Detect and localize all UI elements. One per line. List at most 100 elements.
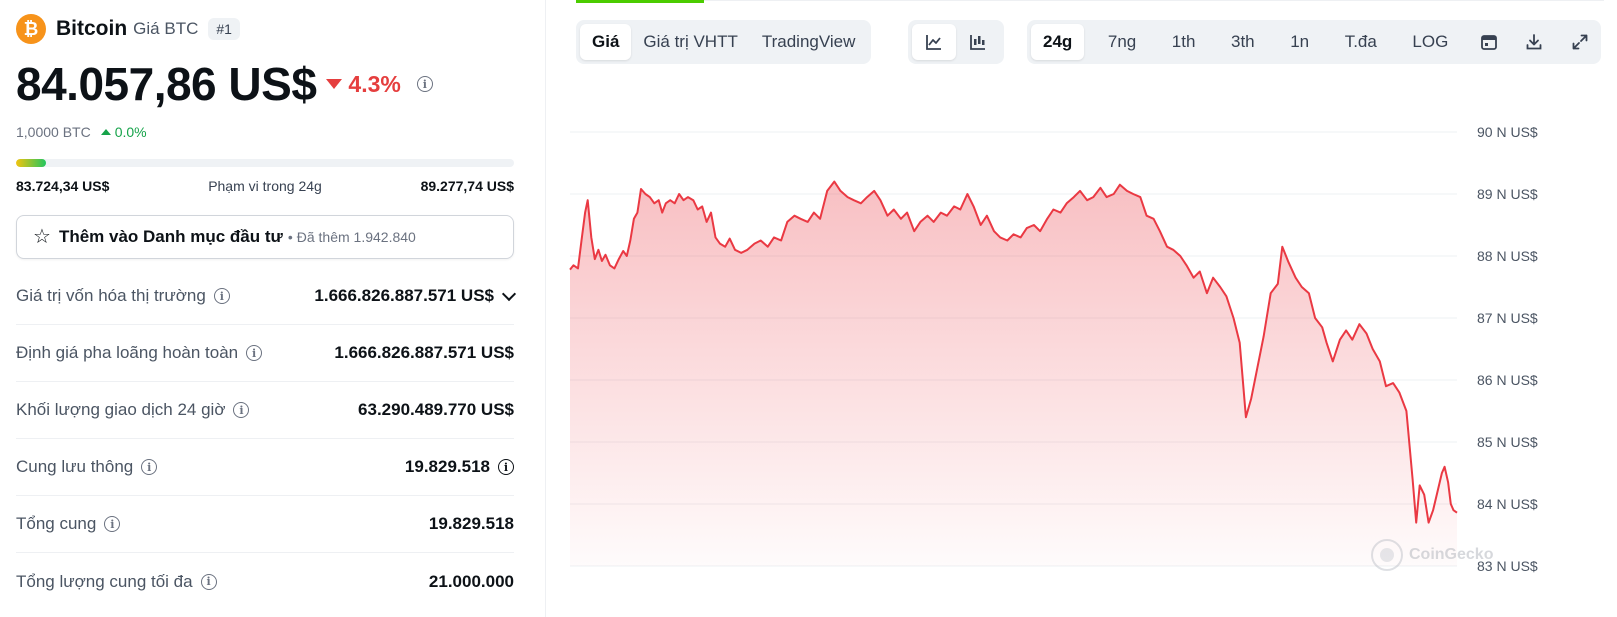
stat-label-text: Cung lưu thông [16,457,134,476]
info-icon[interactable]: i [233,402,250,418]
stat-label-text: Khối lượng giao dịch 24 giờ [16,400,226,419]
chart-data-tabs: Giá Giá trị VHTT TradingView [576,20,872,64]
candlestick-chart-icon [970,35,985,50]
info-icon[interactable]: i [213,288,230,304]
line-chart-icon [926,35,941,50]
stat-row-max-supply: Tổng lượng cung tối đa i 21.000.000 [16,553,514,610]
range-low: 83.724,34 US$ [16,178,110,194]
price-row: 84.057,86 US$ 4.3% i [16,56,433,112]
range-24h[interactable]: 24g [1031,24,1085,60]
price-change-24h: 4.3% [348,70,401,97]
coin-info-panel: ₿ Bitcoin Giá BTC #1 84.057,86 US$ 4.3% … [16,0,517,617]
calendar-button[interactable] [1472,24,1506,60]
supply-info-icon[interactable]: i [498,459,514,475]
price-chart[interactable]: 90 N US$ 89 N US$ 88 N US$ 87 N US$ 86 N US$… [569,118,1617,598]
y-tick-label: 87 N US$ [1477,310,1538,326]
rank-badge: #1 [208,18,240,40]
stat-label-text: Tổng cung [16,514,97,533]
btc-price: 1,0000 BTC [16,124,91,140]
download-button[interactable] [1517,24,1551,60]
stat-value-circulating-supply: 19.829.518 i [405,457,514,477]
y-tick-label: 86 N US$ [1477,372,1538,388]
stat-label-text: Định giá pha loãng hoàn toàn [16,343,239,362]
stat-label-max-supply: Tổng lượng cung tối đa i [16,572,217,592]
chevron-down-icon[interactable] [501,286,517,301]
range-7d[interactable]: 7ng [1096,24,1148,60]
time-range-tabs: 24g 7ng 1th 3th 1n T.đa LOG [1027,20,1601,64]
info-icon[interactable]: i [104,516,121,532]
calendar-icon [1480,35,1497,50]
y-tick-label: 90 N US$ [1477,124,1538,140]
download-icon [1527,34,1542,50]
coingecko-watermark: CoinGecko [1371,539,1493,571]
range-max[interactable]: T.đa [1333,24,1389,60]
stat-value-text: 19.829.518 [404,457,490,476]
btc-price-row: 1,0000 BTC 0.0% [16,124,147,140]
stat-value-total-supply: 19.829.518 [429,514,514,534]
tab-market-cap[interactable]: Giá trị VHTT [631,24,749,60]
stat-label-total-supply: Tổng cung i [16,514,121,534]
stat-row-volume: Khối lượng giao dịch 24 giờ i 63.290.489.… [16,382,514,439]
add-to-portfolio-label: Thêm vào Danh mục đầu tư [58,227,283,246]
y-tick-label: 89 N US$ [1477,186,1538,202]
stat-row-total-supply: Tổng cung i 19.829.518 [16,496,514,553]
y-tick-label: 85 N US$ [1477,434,1538,450]
price-chart-svg[interactable]: 90 N US$ 89 N US$ 88 N US$ 87 N US$ 86 N US$… [569,118,1617,598]
info-icon[interactable]: i [200,573,217,590]
line-chart-button[interactable] [912,24,956,60]
stat-value-max-supply: 21.000.000 [429,572,514,592]
current-price: 84.057,86 US$ [16,58,317,110]
stat-row-market-cap[interactable]: Giá trị vốn hóa thị trường i 1.666.826.88… [16,268,517,325]
stat-row-circulating-supply: Cung lưu thông i 19.829.518 i [16,439,514,496]
range-3m[interactable]: 3th [1219,24,1267,60]
top-divider [704,0,1604,1]
stat-value-volume: 63.290.489.770 US$ [358,400,514,420]
fullscreen-button[interactable] [1563,24,1597,60]
stat-value-text: 19.829.518 [428,514,514,533]
chart-type-tabs [908,20,1004,64]
info-icon[interactable]: i [246,345,263,361]
price-area-fill [570,181,1457,566]
stat-label-market-cap: Giá trị vốn hóa thị trường i [16,286,230,306]
btc-up-arrow-icon [100,129,111,135]
range-high: 89.277,74 US$ [420,178,514,194]
stat-label-fdv: Định giá pha loãng hoàn toàn i [16,343,263,363]
info-icon[interactable]: i [141,459,158,475]
tab-tradingview[interactable]: TradingView [750,24,868,60]
star-icon: ☆ [33,226,51,248]
coin-name: Bitcoin [56,17,128,40]
tab-price[interactable]: Giá [580,24,632,60]
range-label: Phạm vi trong 24g [208,178,322,194]
watermark-text: CoinGecko [1409,546,1494,563]
fullscreen-icon [1572,34,1588,50]
panel-divider [545,0,546,617]
stat-value-text: 63.290.489.770 US$ [358,400,514,419]
y-tick-label: 88 N US$ [1477,248,1538,264]
stat-value-text: 21.000.000 [428,571,514,591]
stat-row-fdv: Định giá pha loãng hoàn toàn i 1.666.826.… [16,325,514,382]
range-log[interactable]: LOG [1400,24,1460,60]
btc-change: 0.0% [114,124,147,140]
price-range-labels: 83.724,34 US$ Phạm vi trong 24g 89.277,7… [16,178,514,194]
price-range-fill [16,159,46,167]
add-to-portfolio-button[interactable]: ☆ Thêm vào Danh mục đầu tư • Đã thêm 1.9… [16,215,514,259]
y-axis-labels: 90 N US$ 89 N US$ 88 N US$ 87 N US$ 86 N US$… [1477,124,1538,574]
stat-value-market-cap: 1.666.826.887.571 US$ [314,286,517,306]
coin-header: ₿ Bitcoin Giá BTC #1 [16,14,240,44]
separator-dot: • [287,229,293,245]
coin-subtitle: Giá BTC [133,19,199,38]
range-1m[interactable]: 1th [1160,24,1208,60]
portfolio-added-count: Đã thêm 1.942.840 [296,229,416,245]
stat-label-volume: Khối lượng giao dịch 24 giờ i [16,400,250,420]
stat-label-text: Tổng lượng cung tối đa [16,571,193,591]
candlestick-chart-button[interactable] [956,24,1000,60]
coingecko-logo-icon [1371,539,1403,571]
price-info-icon[interactable]: i [416,76,433,92]
stat-value-fdv: 1.666.826.887.571 US$ [334,343,514,363]
price-range-bar [16,159,514,167]
bitcoin-logo-icon: ₿ [16,14,46,44]
stat-label-text: Giá trị vốn hóa thị trường [16,286,206,305]
stat-value-text: 1.666.826.887.571 US$ [334,343,514,362]
active-section-indicator [576,0,704,3]
range-1y[interactable]: 1n [1278,24,1321,60]
